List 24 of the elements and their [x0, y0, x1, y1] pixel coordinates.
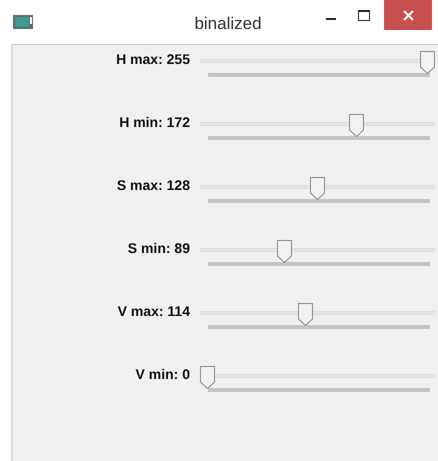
trackbar-label: H max: 255	[115, 51, 190, 67]
slider[interactable]	[200, 303, 435, 327]
slider[interactable]	[200, 51, 435, 75]
slider[interactable]	[200, 240, 435, 264]
slider-thumb[interactable]	[276, 240, 292, 263]
trackbar-label: V min: 0	[134, 366, 190, 382]
maximize-icon	[358, 10, 370, 20]
slider[interactable]	[200, 114, 435, 138]
trackbar-label: H min: 172	[118, 114, 190, 130]
trackbar-label: S min: 89	[126, 240, 190, 256]
slider-thumb[interactable]	[348, 114, 364, 137]
trackbar-label: V max: 114	[116, 303, 190, 319]
slider[interactable]	[200, 366, 435, 390]
close-icon	[402, 10, 414, 20]
slider-thumb[interactable]	[200, 366, 215, 389]
window-title: binalized	[194, 14, 262, 34]
slider-thumb[interactable]	[298, 303, 314, 326]
slider[interactable]	[200, 177, 435, 201]
app-icon	[13, 15, 33, 29]
slider-thumb[interactable]	[310, 177, 326, 200]
trackbar-label: S max: 128	[116, 177, 190, 193]
close-button[interactable]	[384, 0, 432, 30]
slider-thumb[interactable]	[420, 51, 435, 74]
minimize-icon	[326, 18, 336, 20]
